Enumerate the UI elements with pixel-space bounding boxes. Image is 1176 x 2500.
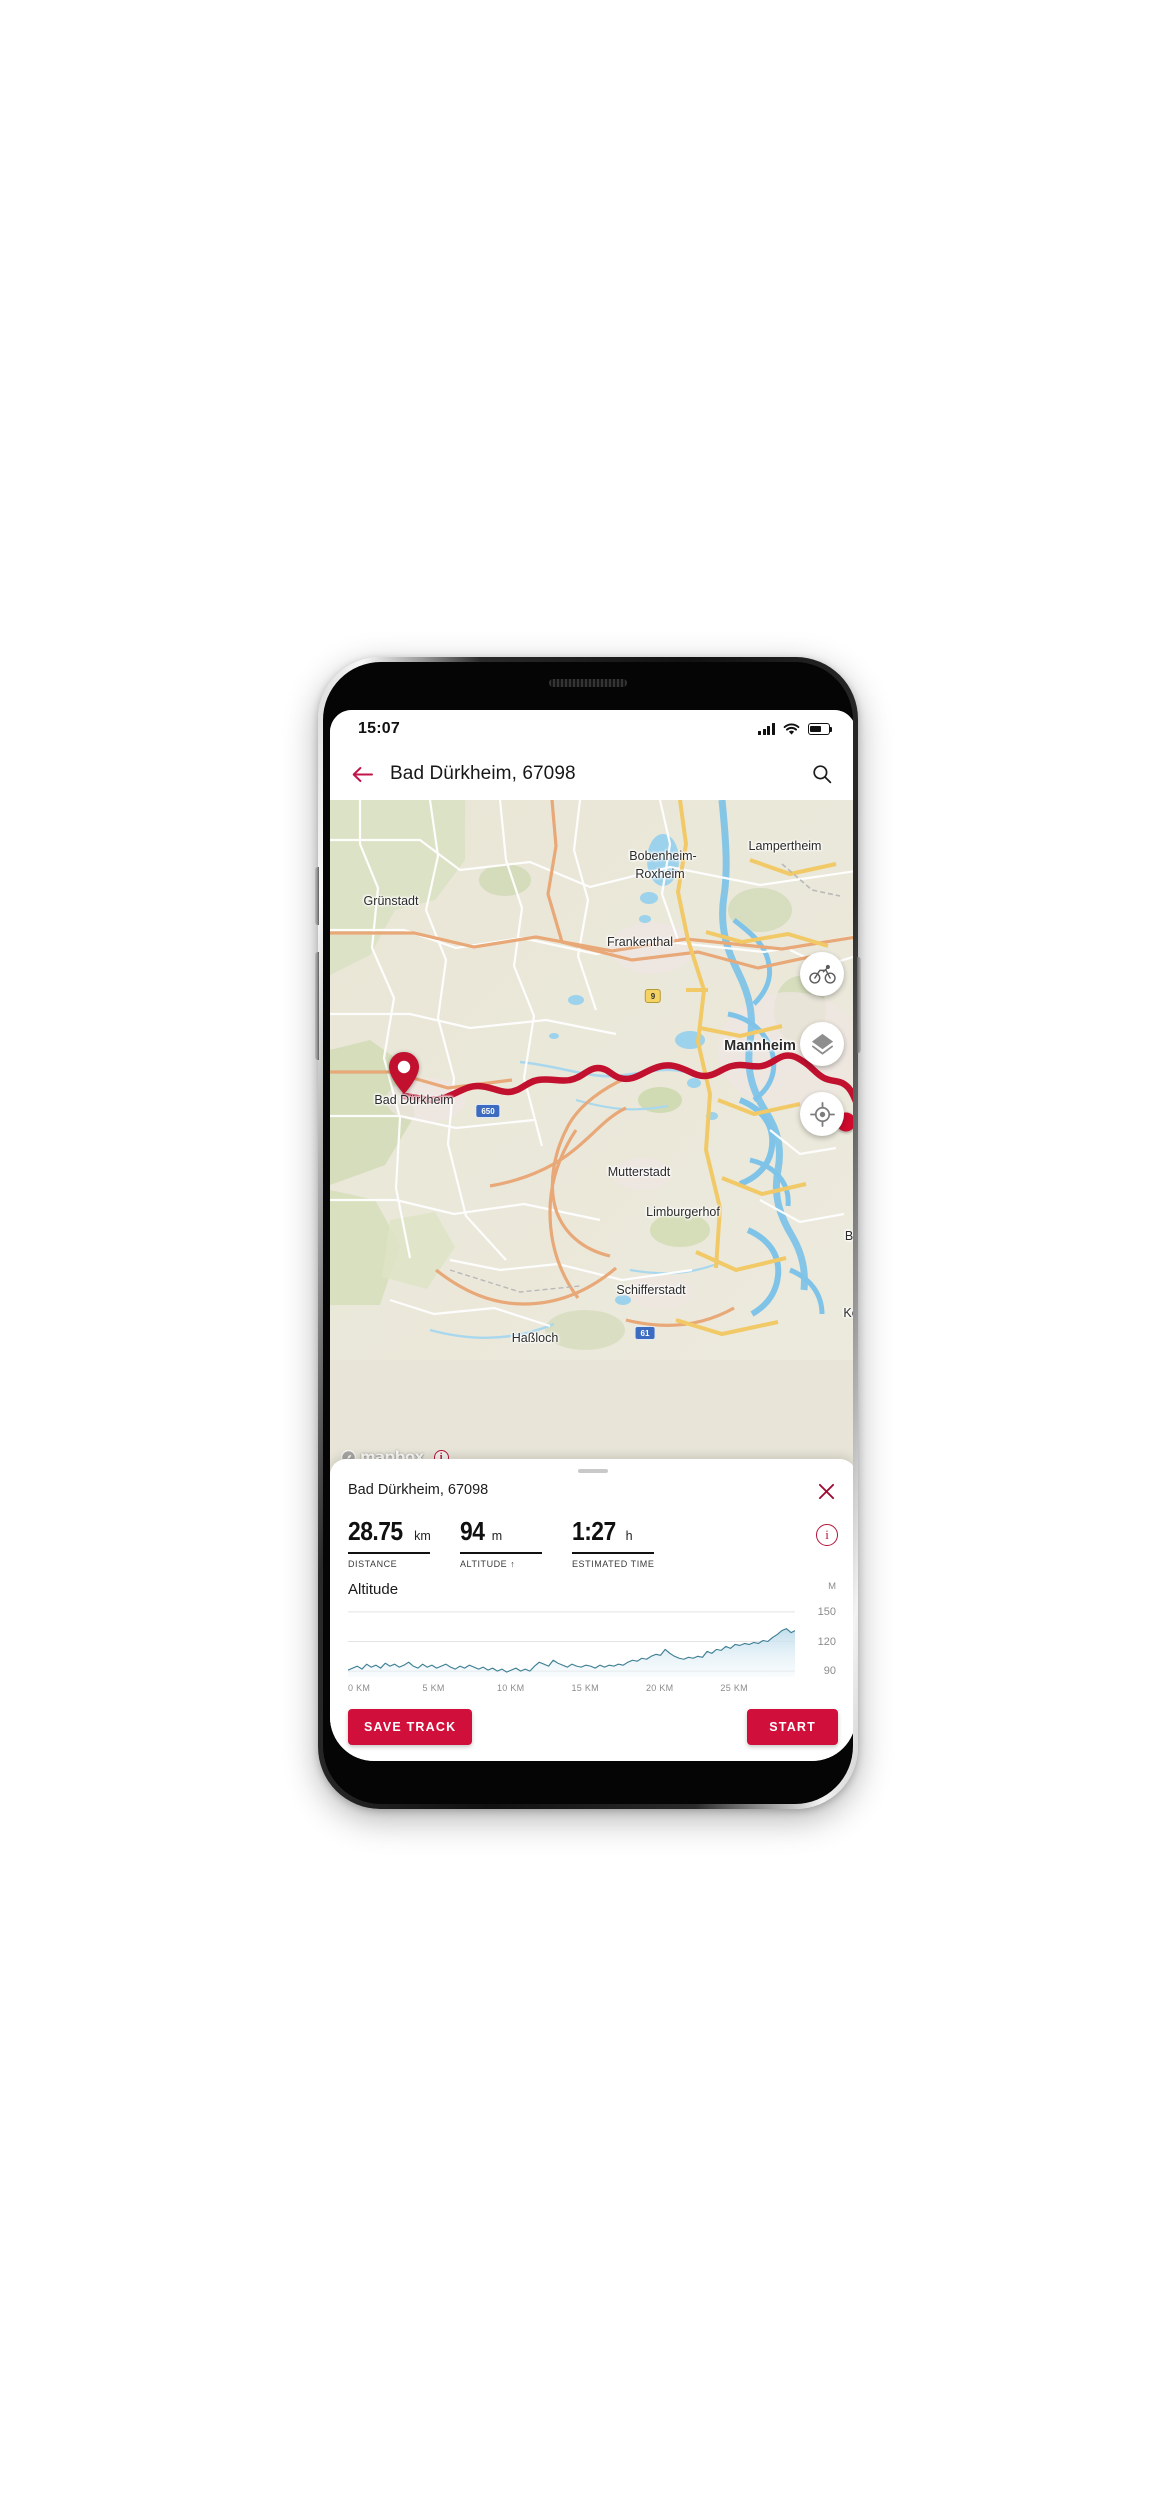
stat-rule [460,1552,542,1554]
phone-volume-up-button[interactable] [315,867,319,925]
stat-label: DISTANCE [348,1559,398,1569]
app-bar: Bad Dürkheim, 67098 [330,748,853,800]
status-icons [758,723,833,736]
stat-value: 28.75 [348,1516,403,1547]
stat-item: 28.75 km DISTANCE [348,1516,460,1569]
page-title: Bad Dürkheim, 67098 [390,763,576,784]
screenshot-canvas: 15:07 Bad Dürkheim, 67098 Lampertheim Bo… [0,0,1176,2500]
locate-me-button[interactable] [800,1092,844,1136]
search-icon [813,765,832,784]
arrow-left-icon [352,766,373,782]
stat-value: 94 [460,1516,485,1547]
start-button[interactable]: START [747,1709,838,1745]
phone-screen: 15:07 Bad Dürkheim, 67098 Lampertheim Bo… [330,710,853,1761]
stat-unit: km [414,1529,431,1544]
close-icon [818,1483,834,1499]
layers-icon [811,1033,833,1055]
altitude-x-tick: 5 KM [422,1683,445,1693]
sheet-header: Bad Dürkheim, 67098 [348,1481,838,1503]
earpiece-speaker [549,679,627,687]
phone-volume-down-button[interactable] [315,952,319,1060]
status-bar: 15:07 [330,710,853,748]
route-stats: 28.75 km DISTANCE 94 m ALTITUDE ↑ 1:27 h ESTIMAT… [348,1516,838,1569]
phone-power-button[interactable] [857,957,861,1053]
close-sheet-button[interactable] [814,1479,838,1503]
altitude-area [348,1628,795,1677]
altitude-x-axis: 0 KM 5 KM 10 KM 15 KM 20 KM 25 KM [348,1683,795,1693]
map-pin-icon [389,1052,419,1094]
road-shield: 650 [475,1104,501,1118]
stat-unit: h [625,1529,633,1544]
route-start-pin[interactable] [387,1051,421,1100]
altitude-chart-svg [348,1604,795,1677]
altitude-y-axis: M 150 120 90 [802,1581,838,1693]
battery-icon [808,723,833,735]
map-layers-button[interactable] [800,1022,844,1066]
route-info-button[interactable]: i [816,1524,838,1547]
sheet-title: Bad Dürkheim, 67098 [348,1482,489,1499]
sheet-drag-handle[interactable] [578,1469,608,1474]
crosshair-icon [809,1101,835,1127]
route-detail-sheet: Bad Dürkheim, 67098 28.75 km DISTANCE 94 m AL… [330,1459,853,1761]
back-button[interactable] [346,758,378,790]
altitude-y-tick: 90 [823,1665,836,1678]
bicycle-mode-button[interactable] [800,952,844,996]
altitude-x-tick: 0 KM [348,1683,371,1693]
altitude-x-tick: 10 KM [496,1683,525,1693]
stat-item: 1:27 h ESTIMATED TIME [572,1516,684,1569]
altitude-chart[interactable] [348,1604,795,1680]
stat-rule [348,1552,430,1554]
altitude-y-unit: M [828,1581,836,1592]
search-button[interactable] [806,758,838,790]
altitude-chart-title: Altitude [348,1581,399,1598]
stat-item: 94 m ALTITUDE ↑ [460,1516,572,1569]
stat-rule [572,1552,654,1554]
stat-label: ESTIMATED TIME [572,1559,655,1569]
altitude-x-tick: 15 KM [571,1683,599,1693]
altitude-x-tick: 25 KM [720,1683,748,1693]
altitude-chart-block: Altitude 0 KM 5 KM 10 KM 15 KM 20 KM 25 … [348,1581,838,1693]
road-shield: 61 [634,1326,656,1340]
stat-unit: m [491,1529,503,1544]
altitude-y-tick: 120 [817,1635,836,1648]
altitude-x-tick: 20 KM [645,1683,674,1693]
road-shield: 9 [644,989,662,1003]
map-view[interactable]: Lampertheim Bobenheim- Roxheim Grünstadt Fra… [330,800,853,1474]
stat-label: ALTITUDE ↑ [460,1559,516,1569]
status-clock: 15:07 [358,720,400,737]
cellular-signal-icon [758,723,775,735]
stat-value: 1:27 [572,1516,616,1547]
sheet-actions: SAVE TRACK START [348,1693,838,1761]
wifi-icon [783,723,800,735]
phone-device-frame: 15:07 Bad Dürkheim, 67098 Lampertheim Bo… [315,657,861,1809]
phone-bezel: 15:07 Bad Dürkheim, 67098 Lampertheim Bo… [323,662,853,1804]
altitude-y-tick: 150 [817,1605,836,1618]
bicycle-icon [808,964,836,984]
save-track-button[interactable]: SAVE TRACK [348,1709,473,1745]
